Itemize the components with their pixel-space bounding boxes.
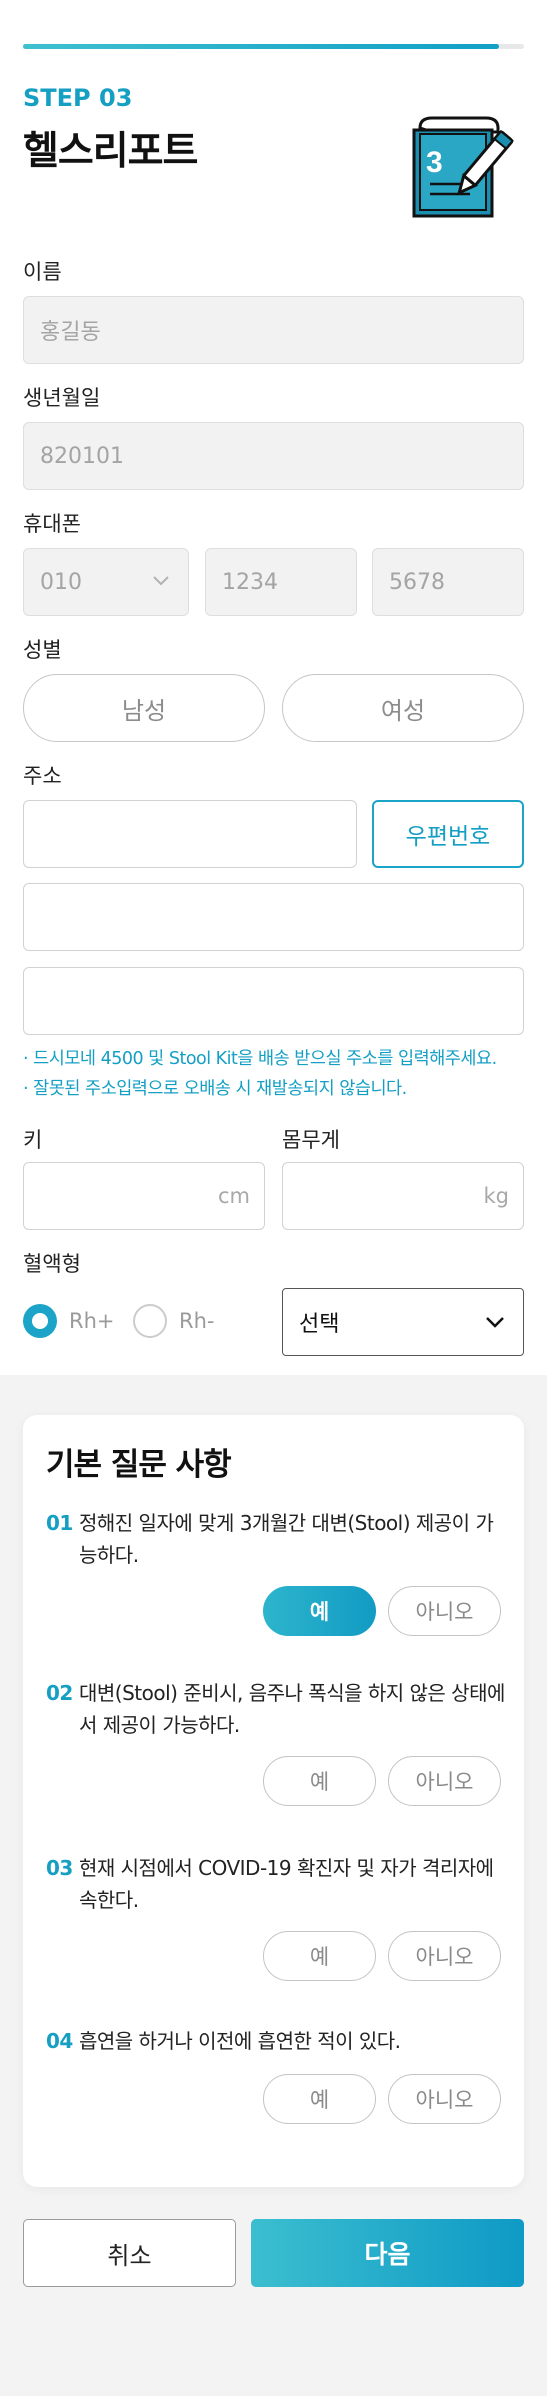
question-text: 현재 시점에서 COVID-19 확진자 및 자가 격리자에 속한다. [79, 1856, 494, 1912]
name-field[interactable]: 홍길동 [23, 296, 524, 364]
weight-field[interactable]: kg [282, 1162, 524, 1230]
phone-last-field[interactable]: 5678 [372, 548, 524, 616]
q3-yes-button[interactable]: 예 [263, 1931, 376, 1981]
blood-type-value: 선택 [299, 1312, 340, 1337]
address-field[interactable] [23, 883, 524, 951]
question-2: 02 대변(Stool) 준비시, 음주나 폭식을 하지 않은 상태에서 제공이… [46, 1677, 506, 1741]
phone-label: 휴대폰 [23, 512, 81, 536]
q2-yes-button[interactable]: 예 [263, 1756, 376, 1806]
height-unit: cm [217, 1184, 250, 1208]
name-placeholder: 홍길동 [40, 320, 101, 345]
basic-questions-card: 기본 질문 사항 01 정해진 일자에 맞게 3개월간 대변(Stool) 제공… [23, 1415, 524, 2187]
question-number: 03 [46, 1856, 73, 1880]
progress-fill [23, 44, 499, 49]
rh-plus-radio[interactable]: Rh+ [23, 1304, 115, 1338]
question-text: 대변(Stool) 준비시, 음주나 폭식을 하지 않은 상태에서 제공이 가능… [79, 1681, 505, 1737]
question-text: 정해진 일자에 맞게 3개월간 대변(Stool) 제공이 가능하다. [79, 1511, 494, 1567]
next-button[interactable]: 다음 [251, 2219, 524, 2287]
address-detail-field[interactable] [23, 967, 524, 1035]
report-pen-icon: 3 [412, 116, 514, 218]
height-label: 키 [23, 1128, 43, 1152]
step-indicator: STEP 03 [23, 84, 133, 112]
rh-minus-radio[interactable]: Rh- [133, 1304, 214, 1338]
step-badge-number: 3 [426, 146, 443, 179]
zipcode-search-button[interactable]: 우편번호 [372, 800, 524, 868]
height-field[interactable]: cm [23, 1162, 265, 1230]
gender-male-button[interactable]: 남성 [23, 674, 265, 742]
birth-field[interactable]: 820101 [23, 422, 524, 490]
question-number: 02 [46, 1681, 73, 1705]
q4-yes-button[interactable]: 예 [263, 2074, 376, 2124]
question-number: 04 [46, 2029, 73, 2053]
gender-label: 성별 [23, 638, 62, 662]
question-text: 흡연을 하거나 이전에 흡연한 적이 있다. [79, 2029, 401, 2053]
blood-label: 혈액형 [23, 1252, 81, 1276]
phone-prefix-value: 010 [40, 569, 82, 595]
question-4: 04 흡연을 하거나 이전에 흡연한 적이 있다. [46, 2025, 506, 2057]
progress-bar [23, 44, 524, 49]
phone-last-value: 5678 [389, 569, 445, 595]
radio-unchecked-icon [133, 1304, 167, 1338]
q4-no-button[interactable]: 아니오 [388, 2074, 501, 2124]
weight-label: 몸무게 [282, 1128, 340, 1152]
phone-middle-field[interactable]: 1234 [205, 548, 357, 616]
form-section: STEP 03 헬스리포트 3 이름 홍길동 생년월일 820101 휴대폰 0… [0, 0, 547, 1375]
address-label: 주소 [23, 764, 62, 788]
question-number: 01 [46, 1511, 73, 1535]
birth-placeholder: 820101 [40, 443, 124, 469]
rh-minus-label: Rh- [179, 1309, 215, 1333]
name-label: 이름 [23, 260, 62, 284]
q3-no-button[interactable]: 아니오 [388, 1931, 501, 1981]
question-1: 01 정해진 일자에 맞게 3개월간 대변(Stool) 제공이 가능하다. [46, 1507, 506, 1571]
question-3: 03 현재 시점에서 COVID-19 확진자 및 자가 격리자에 속한다. [46, 1852, 506, 1916]
q1-yes-button[interactable]: 예 [263, 1586, 376, 1636]
phone-prefix-select[interactable]: 010 [23, 548, 189, 616]
chevron-down-icon [486, 1317, 504, 1328]
radio-checked-icon [23, 1304, 57, 1338]
phone-middle-value: 1234 [222, 569, 278, 595]
chevron-down-icon [153, 576, 169, 586]
zipcode-field[interactable] [23, 800, 357, 868]
birth-label: 생년월일 [23, 386, 101, 410]
address-notice-2: · 잘못된 주소입력으로 오배송 시 재발송되지 않습니다. [23, 1079, 407, 1099]
questions-title: 기본 질문 사항 [46, 1447, 232, 1483]
cancel-button[interactable]: 취소 [23, 2219, 236, 2287]
rh-plus-label: Rh+ [69, 1309, 115, 1333]
address-notice-1: · 드시모네 4500 및 Stool Kit을 배송 받으실 주소를 입력해주… [23, 1049, 497, 1069]
blood-type-select[interactable]: 선택 [282, 1288, 524, 1356]
weight-unit: kg [483, 1184, 510, 1208]
q1-no-button[interactable]: 아니오 [388, 1586, 501, 1636]
gender-female-button[interactable]: 여성 [282, 674, 524, 742]
q2-no-button[interactable]: 아니오 [388, 1756, 501, 1806]
page-title: 헬스리포트 [23, 129, 198, 174]
